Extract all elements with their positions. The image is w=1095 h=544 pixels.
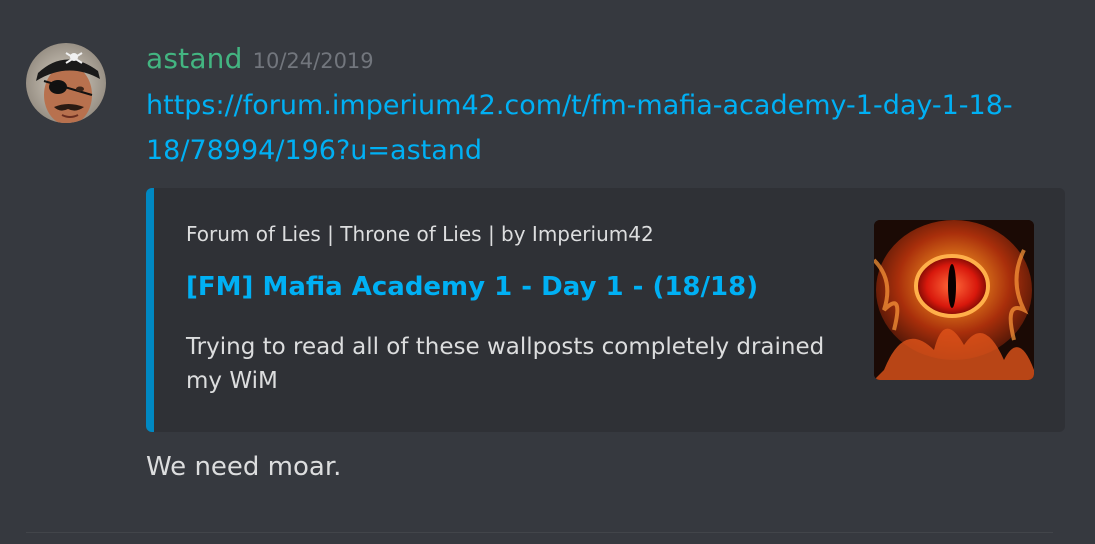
message-divider [26,532,1053,533]
embed-provider: Forum of Lies | Throne of Lies | by Impe… [186,222,654,246]
fiery-eye-icon [874,220,1034,380]
message-timestamp: 10/24/2019 [252,49,374,73]
author-username[interactable]: astand [146,42,243,75]
message-link[interactable]: https://forum.imperium42.com/t/fm-mafia-… [146,83,1016,173]
user-avatar[interactable] [26,43,106,123]
message-body: We need moar. [146,452,342,482]
chat-message: astand 10/24/2019 https://forum.imperium… [0,0,1095,544]
embed-description: Trying to read all of these wallposts co… [186,334,825,394]
embed-title-link[interactable]: [FM] Mafia Academy 1 - Day 1 - (18/18) [186,272,758,302]
pirate-avatar-icon [26,43,106,123]
embed-thumbnail[interactable] [874,220,1034,380]
message-content: astand 10/24/2019 https://forum.imperium… [146,42,1069,482]
link-embed: Forum of Lies | Throne of Lies | by Impe… [146,188,1065,432]
message-header: astand 10/24/2019 [146,42,1069,82]
